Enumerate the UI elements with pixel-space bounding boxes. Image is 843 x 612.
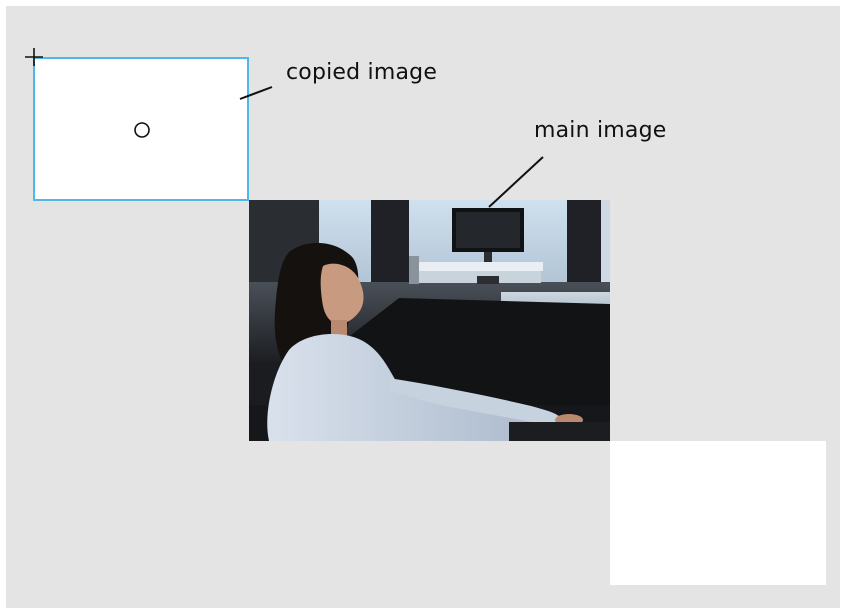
circle-icon bbox=[134, 122, 150, 138]
main-image-leader-line bbox=[488, 156, 544, 208]
annotation-overlay bbox=[25, 48, 544, 208]
copied-image-leader-line bbox=[239, 86, 273, 100]
crosshair-icon bbox=[25, 48, 43, 66]
